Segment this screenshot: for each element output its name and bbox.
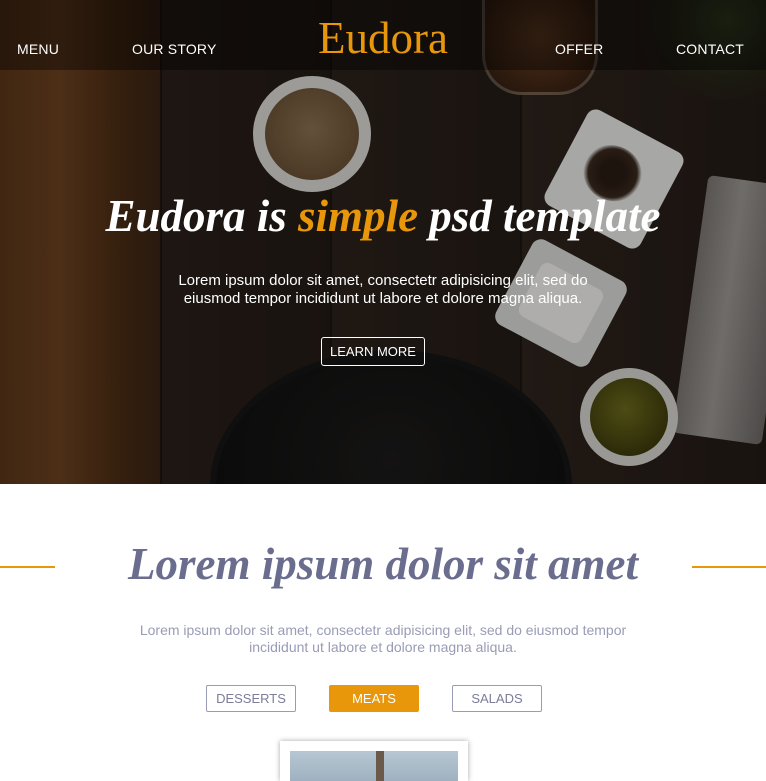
filter-tab-desserts[interactable]: DESSERTS: [206, 685, 296, 712]
hero-heading-part1: Eudora is: [105, 191, 299, 241]
learn-more-button[interactable]: LEARN MORE: [321, 337, 425, 366]
section-divider-right: [692, 566, 766, 568]
gallery-card[interactable]: [280, 741, 468, 781]
top-navigation: MENU OUR STORY Eudora OFFER CONTACT: [0, 0, 766, 70]
gallery-card-image: [290, 751, 458, 781]
section-heading: Lorem ipsum dolor sit amet: [127, 539, 639, 589]
hero-section: MENU OUR STORY Eudora OFFER CONTACT Eudo…: [0, 0, 766, 484]
hero-heading-accent: simple: [298, 191, 419, 241]
hero-subtitle: Lorem ipsum dolor sit amet, consectetr a…: [178, 272, 588, 307]
section-subtitle: Lorem ipsum dolor sit amet, consectetr a…: [139, 622, 627, 655]
site-logo[interactable]: Eudora: [0, 10, 766, 66]
filter-tab-salads[interactable]: SALADS: [452, 685, 542, 712]
hero-heading: Eudora is simple psd template: [0, 188, 766, 244]
nav-link-offer[interactable]: OFFER: [555, 41, 603, 57]
nav-link-contact[interactable]: CONTACT: [676, 41, 744, 57]
hero-heading-part2: psd template: [418, 191, 661, 241]
filter-tab-meats[interactable]: MEATS: [329, 685, 419, 712]
